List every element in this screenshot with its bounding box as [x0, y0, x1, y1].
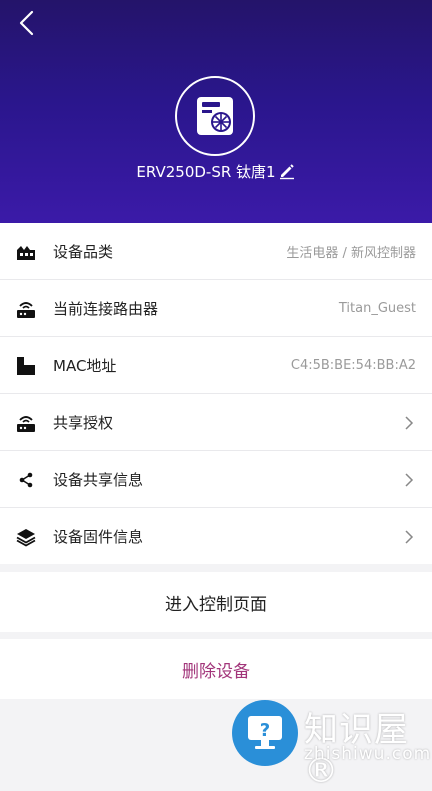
device-name-row: ERV250D-SR 钛唐1: [0, 158, 432, 184]
zhishiwu-watermark: ? 知识屋® zhishiwu.com: [232, 698, 432, 791]
row-device-firmware-info[interactable]: 设备固件信息: [0, 508, 432, 564]
row-value: Titan_Guest: [338, 300, 416, 316]
row-mac-address: MAC地址 C4:5B:BE:54:BB:A2: [0, 337, 432, 394]
row-share-authorization[interactable]: 共享授权: [0, 394, 432, 451]
device-avatar: [175, 76, 255, 156]
delete-device-label: 删除设备: [182, 661, 250, 682]
row-label: 当前连接路由器: [53, 299, 159, 318]
row-label: MAC地址: [53, 356, 117, 375]
back-arrow-icon[interactable]: [14, 8, 40, 38]
device-header: ERV250D-SR 钛唐1: [0, 0, 432, 223]
layers-icon: [16, 529, 36, 547]
delete-device-button[interactable]: 删除设备: [0, 639, 432, 699]
row-label: 设备品类: [53, 242, 114, 261]
row-label: 设备固件信息: [53, 527, 144, 546]
edit-pencil-icon[interactable]: [278, 162, 296, 180]
enter-control-page-label: 进入控制页面: [165, 594, 267, 615]
ventilator-icon: [197, 97, 233, 135]
row-device-share-info[interactable]: 设备共享信息: [0, 451, 432, 508]
row-value: 生活电器 / 新风控制器: [286, 245, 416, 261]
device-name: ERV250D-SR 钛唐1: [136, 162, 276, 181]
router-icon: [17, 416, 35, 432]
svg-text:?: ?: [260, 720, 270, 741]
row-label: 共享授权: [53, 413, 114, 432]
device-info-list: 设备品类 生活电器 / 新风控制器 当前连接路由器 Titan_Guest MA…: [0, 223, 432, 564]
category-icon: [17, 246, 35, 260]
row-device-category: 设备品类 生活电器 / 新风控制器: [0, 223, 432, 280]
chevron-right-icon: [405, 473, 414, 487]
chevron-right-icon: [405, 530, 414, 544]
row-label: 设备共享信息: [53, 470, 144, 489]
help-monitor-icon: ?: [232, 700, 298, 766]
mac-icon: [17, 357, 35, 375]
chevron-right-icon: [405, 416, 414, 430]
row-connected-router: 当前连接路由器 Titan_Guest: [0, 280, 432, 337]
watermark-subtitle: zhishiwu.com: [304, 744, 432, 764]
router-icon: [17, 302, 35, 318]
row-value: C4:5B:BE:54:BB:A2: [290, 357, 416, 373]
share-icon: [19, 472, 33, 488]
enter-control-page-button[interactable]: 进入控制页面: [0, 572, 432, 632]
